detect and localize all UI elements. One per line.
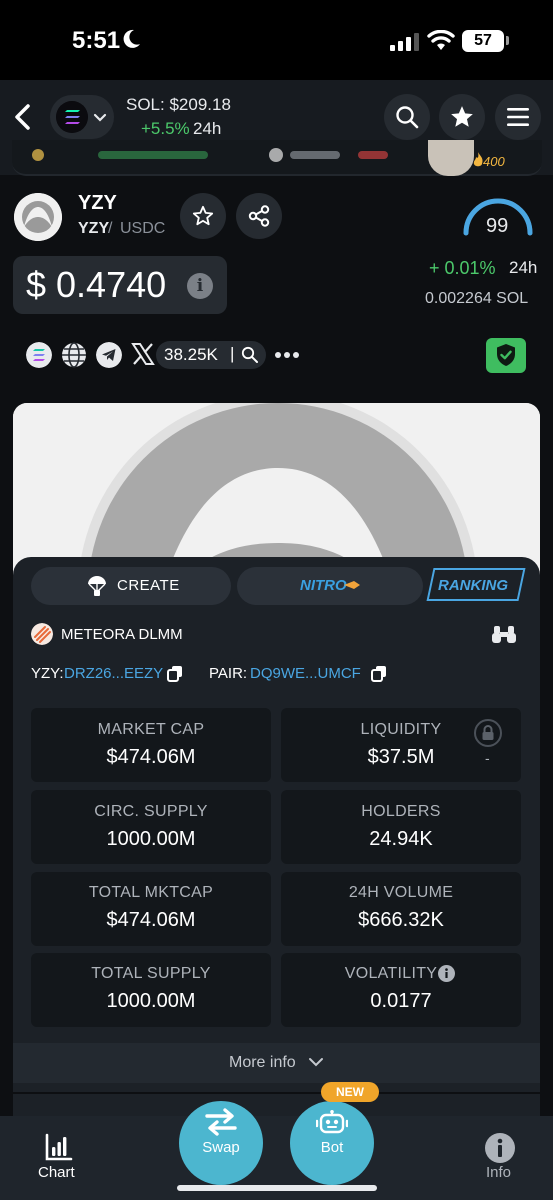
swap-arrows-icon xyxy=(205,1108,237,1136)
dex-name: METEORA DLMM xyxy=(61,626,183,643)
copy-pair-address-icon[interactable] xyxy=(371,665,387,682)
new-badge-text: NEW xyxy=(336,1085,364,1099)
chevron-down-icon xyxy=(93,113,107,122)
meteora-logo-icon xyxy=(31,623,53,645)
globe-icon[interactable] xyxy=(61,342,87,368)
swap-label: Swap xyxy=(202,1139,240,1156)
token-logo xyxy=(14,193,62,241)
star-outline-icon xyxy=(192,205,214,226)
star-filled-icon xyxy=(451,106,473,127)
stat-value: $666.32K xyxy=(358,909,444,931)
robot-icon xyxy=(316,1110,348,1134)
chevron-down-icon xyxy=(309,1058,323,1067)
ticker-scroll-icon xyxy=(32,148,388,162)
wifi-icon xyxy=(427,30,455,50)
parachute-icon xyxy=(88,576,106,596)
price-change: + 0.01% xyxy=(429,258,496,278)
volatility-info-icon[interactable] xyxy=(438,965,455,982)
stat-label: CIRC. SUPPLY xyxy=(94,803,208,820)
x-twitter-icon[interactable] xyxy=(131,342,155,366)
cellular-signal-icon xyxy=(390,33,419,51)
twitter-followers: 38.25K xyxy=(164,345,218,364)
search-twitter-icon[interactable] xyxy=(241,346,258,363)
home-indicator xyxy=(177,1185,377,1191)
solana-logo-icon xyxy=(56,101,88,133)
stat-label: HOLDERS xyxy=(361,803,441,820)
moon-icon xyxy=(123,29,140,48)
telegram-icon[interactable] xyxy=(96,342,122,368)
holders-card xyxy=(281,790,521,864)
rocket-icon xyxy=(344,581,360,589)
sol-change-period: 24h xyxy=(193,119,222,138)
share-icon xyxy=(248,205,270,227)
nitro-tab-label: NITRO xyxy=(300,577,347,594)
pair-quote: USDC xyxy=(120,220,166,237)
more-info-label: More info xyxy=(229,1054,296,1071)
lock-icon xyxy=(482,725,494,740)
stat-label: VOLATILITY xyxy=(344,965,438,982)
stat-value: 0.0177 xyxy=(370,990,432,1012)
ticker-avatar[interactable] xyxy=(428,140,474,176)
price-info-icon[interactable]: i xyxy=(187,273,213,299)
circ-supply-card xyxy=(31,790,271,864)
sol-change: +5.5% xyxy=(141,119,190,138)
search-icon xyxy=(396,106,419,129)
info-icon xyxy=(485,1133,515,1163)
stat-value: 1000.00M xyxy=(106,990,196,1012)
bot-label: Bot xyxy=(320,1139,344,1156)
solana-link-icon[interactable] xyxy=(26,342,52,368)
token-name: YZY xyxy=(78,192,117,214)
info-nav-label[interactable]: Info xyxy=(486,1164,511,1181)
more-options-icon[interactable] xyxy=(275,351,299,359)
chart-icon xyxy=(45,1133,73,1161)
stat-label: TOTAL MKTCAP xyxy=(88,884,214,901)
shield-check-icon xyxy=(497,344,515,366)
stat-value: 24.94K xyxy=(369,828,433,850)
binoculars-icon[interactable] xyxy=(492,624,516,644)
pair-base: YZY xyxy=(78,220,110,237)
back-chevron-icon[interactable] xyxy=(10,102,36,132)
stat-value: $474.06M xyxy=(106,909,196,931)
status-time: 5:51 xyxy=(72,27,121,54)
price-change-period: 24h xyxy=(509,258,538,277)
ranking-tab-label: RANKING xyxy=(438,577,508,594)
pair-address-link[interactable]: DQ9WE...UMCF xyxy=(250,665,361,682)
token-price: $ 0.4740 xyxy=(26,264,167,305)
stat-label: 24H VOLUME xyxy=(348,884,454,901)
liquidity-lock-value: - xyxy=(485,750,490,766)
stat-value: 1000.00M xyxy=(106,828,196,850)
hamburger-menu-icon xyxy=(507,108,529,126)
new-badge: NEW xyxy=(321,1082,379,1102)
market-cap-card xyxy=(31,708,271,782)
stat-value: $474.06M xyxy=(106,746,196,768)
token-address-link[interactable]: DRZ26...EEZY xyxy=(64,665,163,682)
pair-separator: / xyxy=(108,220,113,237)
pair-address-label: PAIR: xyxy=(209,665,248,682)
price-in-sol: 0.002264 SOL xyxy=(425,290,529,307)
chart-toolbar-peek xyxy=(13,1094,540,1118)
create-tab-label: CREATE xyxy=(117,577,180,594)
score-value: 99 xyxy=(486,215,509,237)
copy-token-address-icon[interactable] xyxy=(167,665,183,682)
chart-nav-label[interactable]: Chart xyxy=(38,1164,75,1181)
stat-label: TOTAL SUPPLY xyxy=(91,965,211,982)
battery-tip xyxy=(506,36,509,45)
battery-indicator: 57 xyxy=(462,30,504,52)
followers-separator: | xyxy=(230,344,235,363)
stat-label: MARKET CAP xyxy=(97,721,205,738)
sol-price: SOL: $209.18 xyxy=(126,95,231,114)
ticker-count: 400 xyxy=(483,154,505,169)
token-address-label: YZY: xyxy=(31,665,64,682)
